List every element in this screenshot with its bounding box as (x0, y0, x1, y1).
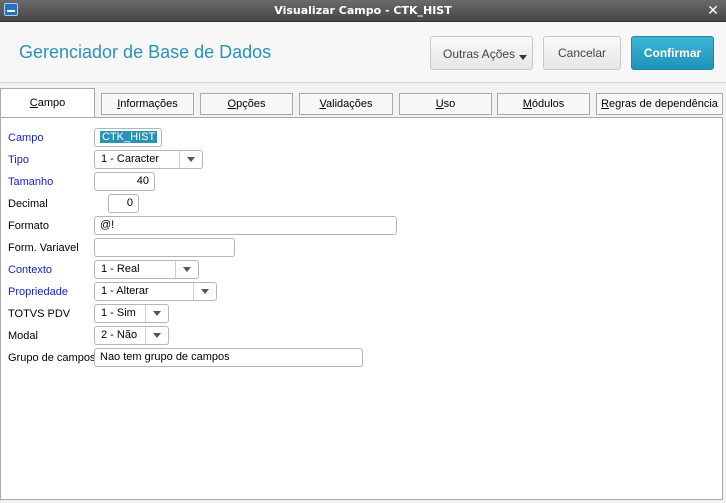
chevron-down-icon (175, 261, 198, 278)
confirm-button[interactable]: Confirmar (631, 36, 714, 70)
modal-value: 2 - Não (101, 329, 138, 341)
page-header: Gerenciador de Base de Dados Outras Açõe… (0, 22, 726, 83)
tab-campo[interactable]: Campo (0, 88, 95, 117)
cancel-button[interactable]: Cancelar (543, 36, 621, 70)
close-icon[interactable]: ✕ (704, 1, 722, 19)
grupo-campos-label: Grupo de campos (8, 352, 96, 364)
chevron-down-icon (145, 327, 168, 344)
propriedade-label: Propriedade (8, 286, 68, 298)
totvs-pdv-value: 1 - Sim (101, 307, 136, 319)
modal-label: Modal (8, 330, 38, 342)
tab-bar: Campo Informações Opções Validações Uso … (0, 88, 726, 118)
tab-uso[interactable]: Uso (399, 93, 492, 115)
tamanho-label: Tamanho (8, 176, 54, 188)
campo-value: CTK_HIST (100, 131, 158, 143)
tab-modulos[interactable]: Módulos (497, 93, 590, 115)
modal-select[interactable]: 2 - Não (94, 326, 169, 345)
propriedade-select[interactable]: 1 - Alterar (94, 282, 217, 301)
tipo-value: 1 - Caracter (101, 153, 160, 165)
tab-informacoes[interactable]: Informações (101, 93, 194, 115)
chevron-down-icon (519, 55, 527, 60)
totvs-pdv-label: TOTVS PDV (8, 308, 71, 320)
totvs-pdv-select[interactable]: 1 - Sim (94, 304, 169, 323)
tab-opcoes[interactable]: Opções (200, 93, 293, 115)
campo-label: Campo (8, 132, 44, 144)
tamanho-field[interactable]: 40 (94, 172, 155, 191)
contexto-select[interactable]: 1 - Real (94, 260, 199, 279)
tab-regras-dependencia[interactable]: Regras de dependência (596, 93, 723, 115)
campo-panel: Campo CTK_HIST Tipo 1 - Caracter Tamanho… (0, 117, 723, 500)
chevron-down-icon (193, 283, 216, 300)
contexto-label: Contexto (8, 264, 53, 276)
window-titlebar: Visualizar Campo - CTK_HIST ✕ (0, 0, 726, 22)
tipo-label: Tipo (8, 154, 29, 166)
form-variavel-field[interactable] (94, 238, 235, 257)
propriedade-value: 1 - Alterar (101, 285, 149, 297)
contexto-value: 1 - Real (101, 263, 140, 275)
campo-field[interactable]: CTK_HIST (94, 128, 162, 147)
decimal-label: Decimal (8, 198, 48, 210)
tipo-select[interactable]: 1 - Caracter (94, 150, 203, 169)
tab-validacoes[interactable]: Validações (299, 93, 393, 115)
window-title: Visualizar Campo - CTK_HIST (274, 4, 452, 17)
formato-field[interactable]: @! (94, 216, 397, 235)
chevron-down-icon (179, 151, 202, 168)
form-variavel-label: Form. Variavel (8, 242, 79, 254)
chevron-down-icon (145, 305, 168, 322)
outras-acoes-label: Outras Ações (443, 47, 516, 61)
page-title: Gerenciador de Base de Dados (19, 42, 272, 62)
decimal-field[interactable]: 0 (108, 194, 139, 213)
outras-acoes-button[interactable]: Outras Ações (430, 36, 533, 70)
formato-label: Formato (8, 220, 49, 232)
grupo-campos-field[interactable]: Nao tem grupo de campos (94, 348, 363, 367)
